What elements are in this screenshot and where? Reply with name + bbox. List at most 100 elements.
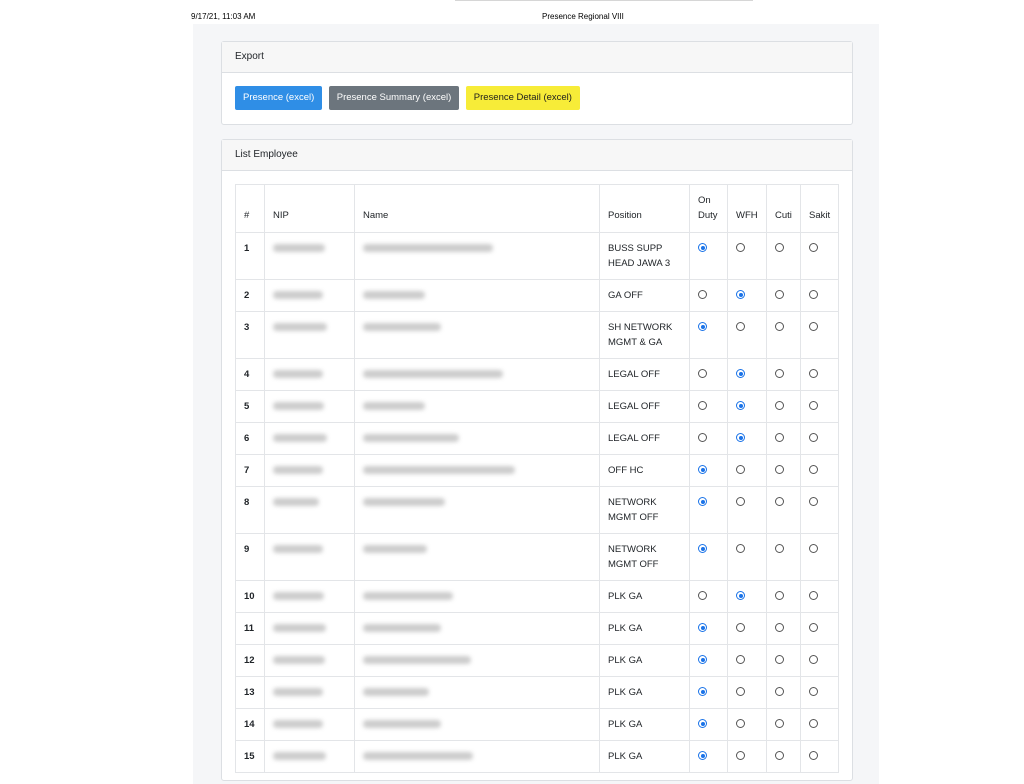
radio-sakit[interactable] [809, 623, 818, 632]
radio-on-duty[interactable] [698, 751, 707, 760]
radio-cuti[interactable] [775, 243, 784, 252]
radio-wfh[interactable] [736, 623, 745, 632]
radio-cuti[interactable] [775, 433, 784, 442]
radio-wfh[interactable] [736, 719, 745, 728]
redacted-text [363, 720, 441, 728]
name-cell-redacted [354, 708, 600, 741]
radio-sakit[interactable] [809, 290, 818, 299]
radio-cuti[interactable] [775, 290, 784, 299]
radio-cuti[interactable] [775, 544, 784, 553]
table-row: 6 LEGAL OFF [235, 422, 839, 455]
radio-cuti[interactable] [775, 322, 784, 331]
radio-cuti[interactable] [775, 719, 784, 728]
status-cuti-cell [766, 676, 801, 709]
radio-on-duty[interactable] [698, 322, 707, 331]
radio-sakit[interactable] [809, 465, 818, 474]
nip-cell-redacted [264, 676, 355, 709]
radio-wfh[interactable] [736, 401, 745, 410]
table-row: 3 SH NETWORK MGMT & GA [235, 311, 839, 359]
status-on-duty-cell [689, 644, 728, 677]
radio-wfh[interactable] [736, 290, 745, 299]
redacted-text [363, 244, 493, 252]
redacted-text [363, 752, 473, 760]
redacted-text [363, 688, 429, 696]
name-cell-redacted [354, 422, 600, 455]
radio-on-duty[interactable] [698, 401, 707, 410]
table-row: 10 PLK GA [235, 580, 839, 613]
nip-cell-redacted [264, 486, 355, 534]
row-number: 14 [235, 708, 265, 741]
presence-summary-excel-button[interactable]: Presence Summary (excel) [328, 86, 460, 110]
nip-cell-redacted [264, 533, 355, 581]
radio-cuti[interactable] [775, 497, 784, 506]
radio-on-duty[interactable] [698, 465, 707, 474]
radio-on-duty[interactable] [698, 369, 707, 378]
radio-on-duty[interactable] [698, 243, 707, 252]
radio-sakit[interactable] [809, 401, 818, 410]
status-sakit-cell [800, 580, 839, 613]
radio-sakit[interactable] [809, 687, 818, 696]
radio-sakit[interactable] [809, 544, 818, 553]
radio-cuti[interactable] [775, 687, 784, 696]
radio-wfh[interactable] [736, 687, 745, 696]
radio-wfh[interactable] [736, 465, 745, 474]
status-cuti-cell [766, 311, 801, 359]
radio-on-duty[interactable] [698, 687, 707, 696]
radio-sakit[interactable] [809, 433, 818, 442]
radio-cuti[interactable] [775, 591, 784, 600]
status-sakit-cell [800, 533, 839, 581]
radio-wfh[interactable] [736, 544, 745, 553]
col-header-nip: NIP [264, 184, 355, 233]
status-cuti-cell [766, 644, 801, 677]
position-cell: PLK GA [599, 612, 690, 645]
radio-wfh[interactable] [736, 322, 745, 331]
row-number: 7 [235, 454, 265, 487]
radio-sakit[interactable] [809, 655, 818, 664]
radio-on-duty[interactable] [698, 623, 707, 632]
position-cell: BUSS SUPP HEAD JAWA 3 [599, 232, 690, 280]
radio-sakit[interactable] [809, 243, 818, 252]
row-number: 11 [235, 612, 265, 645]
employee-list-title: List Employee [222, 140, 852, 171]
radio-cuti[interactable] [775, 623, 784, 632]
redacted-text [363, 402, 425, 410]
radio-on-duty[interactable] [698, 433, 707, 442]
name-cell-redacted [354, 311, 600, 359]
status-wfh-cell [727, 486, 767, 534]
radio-sakit[interactable] [809, 497, 818, 506]
name-cell-redacted [354, 676, 600, 709]
radio-sakit[interactable] [809, 322, 818, 331]
radio-sakit[interactable] [809, 751, 818, 760]
radio-wfh[interactable] [736, 751, 745, 760]
radio-on-duty[interactable] [698, 497, 707, 506]
radio-on-duty[interactable] [698, 591, 707, 600]
radio-on-duty[interactable] [698, 655, 707, 664]
row-number: 1 [235, 232, 265, 280]
radio-cuti[interactable] [775, 655, 784, 664]
radio-cuti[interactable] [775, 401, 784, 410]
radio-wfh[interactable] [736, 369, 745, 378]
radio-cuti[interactable] [775, 369, 784, 378]
radio-wfh[interactable] [736, 655, 745, 664]
radio-on-duty[interactable] [698, 719, 707, 728]
status-cuti-cell [766, 708, 801, 741]
radio-wfh[interactable] [736, 591, 745, 600]
status-sakit-cell [800, 232, 839, 280]
radio-sakit[interactable] [809, 591, 818, 600]
radio-sakit[interactable] [809, 719, 818, 728]
status-cuti-cell [766, 279, 801, 312]
status-cuti-cell [766, 580, 801, 613]
radio-cuti[interactable] [775, 465, 784, 474]
radio-wfh[interactable] [736, 497, 745, 506]
radio-on-duty[interactable] [698, 544, 707, 553]
presence-detail-excel-button[interactable]: Presence Detail (excel) [465, 86, 580, 110]
radio-cuti[interactable] [775, 751, 784, 760]
radio-on-duty[interactable] [698, 290, 707, 299]
redacted-text [363, 656, 471, 664]
status-wfh-cell [727, 454, 767, 487]
presence-excel-button[interactable]: Presence (excel) [235, 86, 323, 110]
radio-wfh[interactable] [736, 433, 745, 442]
radio-sakit[interactable] [809, 369, 818, 378]
status-sakit-cell [800, 358, 839, 391]
radio-wfh[interactable] [736, 243, 745, 252]
